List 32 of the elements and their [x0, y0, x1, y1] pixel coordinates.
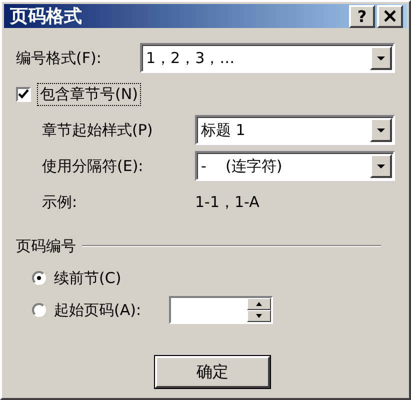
spin-down-button[interactable] — [247, 310, 272, 322]
window-title: 页码格式 — [10, 5, 83, 28]
example-value: 1-1，1-A — [195, 192, 260, 212]
number-format-dropdown[interactable]: 1，2，3，… — [140, 43, 395, 73]
down-arrow-icon — [256, 314, 262, 318]
spin-up-button[interactable] — [247, 298, 272, 310]
help-button[interactable]: ? — [349, 4, 375, 28]
field-label: 使用分隔符(E): — [42, 156, 144, 176]
example-label: 示例: — [42, 192, 78, 212]
checkbox-label[interactable]: 包含章节号(N) — [37, 82, 141, 106]
close-button[interactable] — [377, 4, 403, 28]
radio-button[interactable] — [32, 303, 46, 317]
separator-dropdown[interactable]: - (连字符) — [195, 151, 395, 181]
caret-icon — [377, 164, 385, 168]
caret-icon — [377, 128, 385, 132]
chapter-style-dropdown[interactable]: 标题 1 — [195, 115, 395, 145]
field-label: 编号格式(F): — [16, 48, 102, 68]
radio-button[interactable] — [32, 271, 46, 285]
checkbox[interactable] — [16, 86, 31, 102]
dropdown-arrow-button[interactable] — [370, 46, 392, 70]
caret-icon — [377, 56, 385, 60]
field-label: 章节起始样式(P) — [42, 120, 154, 140]
check-icon — [18, 88, 29, 100]
up-arrow-icon — [256, 302, 262, 306]
ok-button[interactable]: 确定 — [155, 356, 270, 388]
radio-label[interactable]: 起始页码(A): — [54, 300, 142, 320]
start-page-spinbox[interactable] — [169, 296, 274, 324]
close-icon — [384, 10, 396, 22]
radio-label[interactable]: 续前节(C) — [54, 268, 122, 288]
group-title: 页码编号 — [16, 236, 76, 256]
dropdown-arrow-button[interactable] — [370, 154, 392, 178]
dropdown-arrow-button[interactable] — [370, 118, 392, 142]
